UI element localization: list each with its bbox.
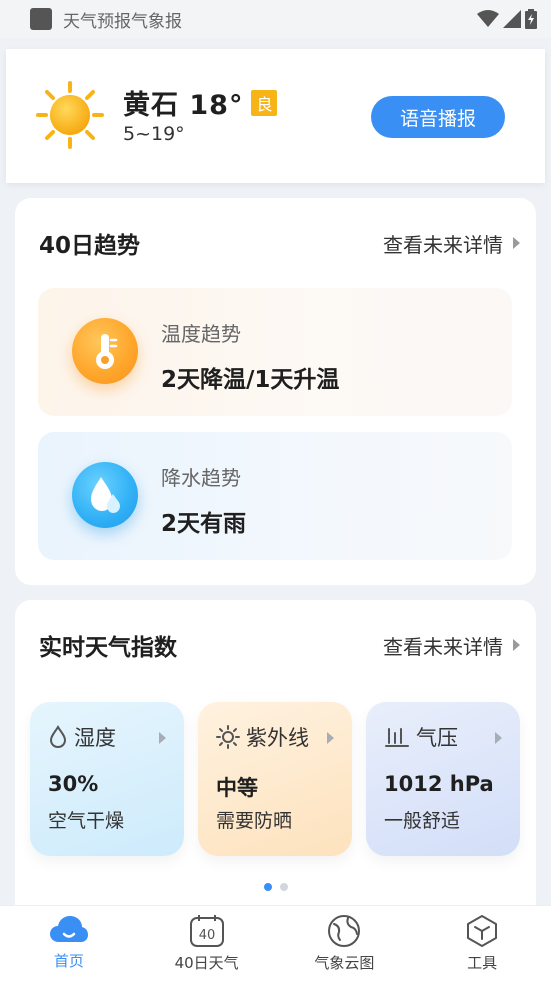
chevron-right-icon	[513, 237, 520, 249]
globe-icon	[328, 915, 361, 947]
temperature-range: 5~19°	[123, 123, 185, 145]
chevron-right-icon	[159, 732, 166, 744]
trend-view-details-link[interactable]: 查看未来详情	[383, 229, 520, 258]
precipitation-trend-value: 2天有雨	[161, 511, 247, 537]
humidity-index-card[interactable]: 湿度 30% 空气干燥	[30, 702, 184, 856]
calendar-number: 40	[198, 928, 215, 943]
trend-section: 40日趋势 查看未来详情 温度趋势 2天降温/1天升温 降水趋势 2天有雨	[15, 198, 536, 585]
city-temp-line: 黄石 18° 良	[123, 83, 278, 122]
trend-view-details-label: 查看未来详情	[383, 232, 503, 257]
cellular-signal-icon	[503, 10, 521, 28]
droplet-icon	[49, 725, 67, 749]
battery-charging-icon	[525, 9, 537, 29]
nav-item-40-day[interactable]: 40 40日天气	[138, 906, 276, 981]
status-bar: 天气预报气象报	[0, 0, 551, 38]
chevron-right-icon	[327, 732, 334, 744]
carousel-page-indicator	[15, 883, 536, 891]
location-weather-card: 黄石 18° 良 5~19° 语音播报	[6, 49, 545, 183]
nav-label-home: 首页	[53, 952, 84, 970]
nav-item-home[interactable]: 首页	[0, 906, 138, 981]
wifi-icon	[477, 10, 499, 27]
bottom-navigation: 首页 40 40日天气 气象云图 工具	[0, 905, 551, 981]
chevron-right-icon	[495, 732, 502, 744]
weather-index-section: 实时天气指数 查看未来详情 湿度 30% 空气干燥 紫外线 中等 需要防晒 气压…	[15, 600, 536, 920]
humidity-label: 湿度	[74, 726, 116, 750]
uv-label: 紫外线	[246, 726, 309, 750]
status-indicators	[477, 9, 537, 29]
trend-section-header: 40日趋势 查看未来详情	[39, 226, 520, 260]
index-section-title: 实时天气指数	[39, 635, 177, 661]
pressure-card-header: 气压	[384, 722, 458, 752]
temperature-trend-card[interactable]: 温度趋势 2天降温/1天升温	[38, 288, 512, 416]
nav-label-tools: 工具	[467, 954, 498, 972]
chevron-right-icon	[513, 639, 520, 651]
temperature-trend-label: 温度趋势	[161, 322, 241, 346]
voice-broadcast-button[interactable]: 语音播报	[371, 96, 505, 138]
uv-index-card[interactable]: 紫外线 中等 需要防晒	[198, 702, 352, 856]
sun-outline-icon	[216, 725, 240, 749]
index-view-details-label: 查看未来详情	[383, 634, 503, 659]
app-screen: 天气预报气象报 黄石 18° 良 5~19° 语音播报 40日趋势 查看未来详情…	[0, 0, 551, 981]
uv-description: 需要防晒	[216, 810, 293, 832]
calendar-40-icon: 40	[189, 915, 224, 947]
app-notification-icon	[30, 8, 52, 30]
uv-value: 中等	[216, 776, 258, 800]
thermometer-icon	[72, 318, 138, 384]
trend-section-title: 40日趋势	[39, 233, 141, 259]
nav-label-40-day: 40日天气	[174, 954, 239, 972]
index-view-details-link[interactable]: 查看未来详情	[383, 631, 520, 660]
water-drop-icon	[72, 462, 138, 528]
nav-label-cloud-map: 气象云图	[314, 954, 375, 972]
index-section-header: 实时天气指数 查看未来详情	[39, 628, 520, 662]
page-dot-active[interactable]	[263, 883, 272, 891]
city-current-temp: 黄石 18°	[123, 90, 244, 121]
humidity-card-header: 湿度	[48, 722, 116, 752]
humidity-description: 空气干燥	[48, 810, 125, 832]
humidity-value: 30%	[48, 772, 99, 796]
nav-item-cloud-map[interactable]: 气象云图	[276, 906, 414, 981]
precipitation-trend-label: 降水趋势	[161, 466, 241, 490]
pressure-description: 一般舒适	[384, 810, 461, 832]
toolbox-icon	[467, 915, 498, 947]
sunny-weather-icon	[36, 81, 104, 149]
nav-item-tools[interactable]: 工具	[413, 906, 551, 981]
cloud-icon	[49, 916, 88, 942]
pressure-label: 气压	[416, 726, 458, 750]
uv-card-header: 紫外线	[216, 722, 309, 752]
status-app-title: 天气预报气象报	[63, 11, 182, 32]
pressure-value: 1012 hPa	[384, 772, 494, 796]
precipitation-trend-card[interactable]: 降水趋势 2天有雨	[38, 432, 512, 560]
pressure-index-card[interactable]: 气压 1012 hPa 一般舒适	[366, 702, 520, 856]
pressure-gauge-icon	[385, 728, 409, 747]
page-dot[interactable]	[279, 883, 288, 891]
aqi-badge[interactable]: 良	[251, 89, 278, 116]
temperature-trend-value: 2天降温/1天升温	[161, 367, 340, 393]
